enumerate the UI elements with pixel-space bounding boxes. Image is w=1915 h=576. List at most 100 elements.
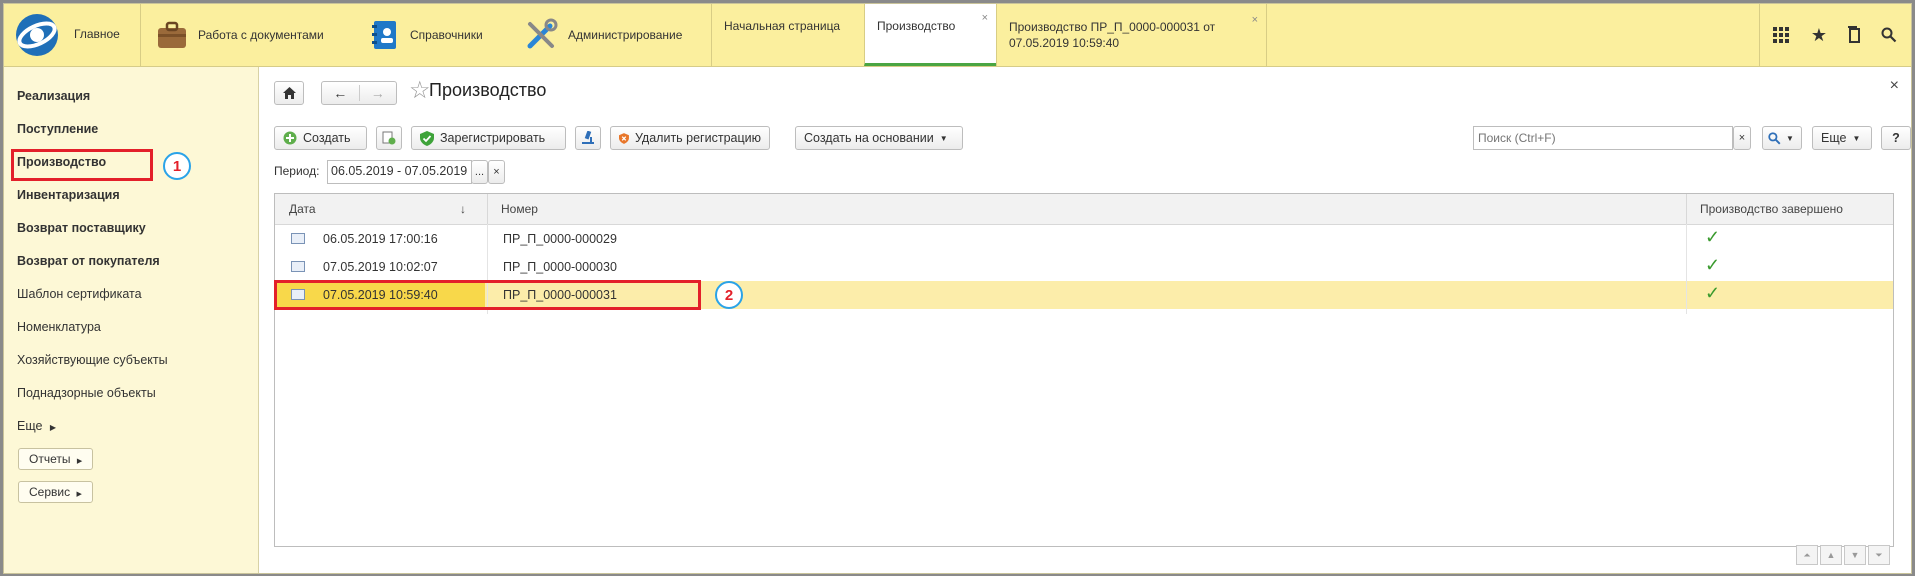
sidebar-item-return-from-customer[interactable]: Возврат от покупателя (17, 254, 160, 268)
sidebar-item-return-to-supplier[interactable]: Возврат поставщику (17, 221, 146, 235)
briefcase-icon (158, 21, 186, 48)
section-documents[interactable]: Работа с документами (156, 4, 324, 66)
more-button[interactable]: Еще ▼ (1812, 126, 1872, 150)
search-options-button[interactable]: ▼ (1762, 126, 1802, 150)
sidebar-item-more[interactable]: Еще ▶ (17, 419, 56, 433)
apps-grid-icon[interactable] (1768, 22, 1794, 48)
scroll-down-icon[interactable]: ▼ (1844, 545, 1866, 565)
main-section-link[interactable]: Главное (74, 27, 120, 41)
tab-home-page[interactable]: Начальная страница (711, 4, 864, 66)
search-clear-button[interactable]: × (1733, 126, 1751, 150)
sort-desc-icon: ↓ (460, 202, 466, 216)
close-tab-icon[interactable]: × (982, 12, 988, 24)
delete-registration-button-label: Удалить регистрацию (634, 131, 761, 145)
home-icon (282, 87, 296, 99)
create-based-on-button[interactable]: Создать на основании ▼ (795, 126, 963, 150)
period-input[interactable]: 06.05.2019 - 07.05.2019 (327, 160, 472, 184)
tab-home-page-label: Начальная страница (724, 19, 841, 33)
plus-circle-icon (283, 131, 297, 145)
favorites-star-icon[interactable]: ★ (1806, 22, 1832, 48)
sidebar-item-receipt[interactable]: Поступление (17, 122, 98, 136)
clear-icon: × (493, 166, 500, 178)
table-scroll-buttons: ⏶ ▲ ▼ ⏷ (1796, 545, 1890, 565)
annotation-highlight-2 (274, 280, 701, 310)
section-references-label: Справочники (410, 28, 483, 42)
sidebar-item-sales[interactable]: Реализация (17, 89, 90, 103)
service-button-label: Сервис (29, 485, 71, 499)
sidebar-item-nomenclature[interactable]: Номенклатура (17, 320, 101, 334)
column-header-number[interactable]: Номер (487, 194, 1487, 224)
tab-production-document-label: Производство ПР_П_0000-000031 от 07.05.2… (1009, 20, 1216, 50)
caret-right-icon: ▶ (76, 458, 83, 465)
column-header-date[interactable]: Дата ↓ (275, 194, 487, 224)
annotation-marker-2: 2 (715, 281, 743, 309)
scroll-top-icon[interactable]: ⏶ (1796, 545, 1818, 565)
documents-table: Дата ↓ Номер Производство завершено 06.0… (274, 193, 1894, 547)
home-button[interactable] (274, 81, 304, 105)
cell-number: ПР_П_0000-000030 (503, 260, 617, 274)
favorite-star-icon[interactable]: ☆ (409, 76, 431, 105)
sidebar-item-inventory[interactable]: Инвентаризация (17, 188, 120, 202)
search-input[interactable] (1473, 126, 1733, 150)
table-row[interactable]: 07.05.2019 10:02:07 ПР_П_0000-000030 ✓ (275, 253, 1893, 281)
checkmark-icon: ✓ (1705, 283, 1721, 303)
column-header-production-done[interactable]: Производство завершено (1686, 194, 1894, 224)
sidebar-item-more-label: Еще (17, 419, 43, 433)
main-content: ← → ☆ Производство × Создать Зарегистрир… (259, 67, 1911, 573)
tab-production-document[interactable]: Производство ПР_П_0000-000031 от 07.05.2… (996, 4, 1266, 66)
back-arrow-icon[interactable]: ← (322, 85, 360, 101)
section-administration[interactable]: Администрирование (524, 4, 682, 66)
scroll-up-icon[interactable]: ▲ (1820, 545, 1842, 565)
create-based-on-label: Создать на основании (804, 131, 934, 145)
close-tab-icon[interactable]: × (1252, 12, 1258, 28)
search-icon[interactable] (1876, 22, 1902, 48)
register-button[interactable]: Зарегистрировать (411, 126, 566, 150)
top-bar: Главное Работа с документами Справочники (4, 4, 1911, 67)
caret-right-icon: ▶ (49, 423, 57, 432)
shield-x-icon (619, 132, 629, 144)
table-header: Дата ↓ Номер Производство завершено (275, 194, 1893, 225)
period-label: Период: (274, 164, 320, 178)
sidebar-item-certificate-template[interactable]: Шаблон сертификата (17, 287, 142, 301)
tab-production-list[interactable]: Производство × (864, 4, 996, 66)
app-window: Главное Работа с документами Справочники (3, 3, 1912, 574)
cell-date: 07.05.2019 10:02:07 (323, 260, 438, 274)
period-clear-button[interactable]: × (488, 160, 505, 184)
dropdown-caret-icon: ▼ (1786, 133, 1794, 143)
annotation-highlight-1 (11, 149, 153, 181)
page-title: Производство (429, 80, 547, 100)
nav-back-forward: ← → (321, 81, 397, 105)
scroll-bottom-icon[interactable]: ⏷ (1868, 545, 1890, 565)
service-button[interactable]: Сервис ▶ (18, 481, 93, 503)
ellipsis-icon: ... (474, 166, 485, 178)
caret-right-icon: ▶ (76, 491, 82, 498)
document-posted-icon (291, 261, 305, 272)
shield-check-icon (420, 130, 434, 146)
address-book-icon (372, 21, 396, 49)
sidebar-item-supervised-objects[interactable]: Поднадзорные объекты (17, 386, 156, 400)
copy-button[interactable] (376, 126, 402, 150)
document-icon (291, 233, 305, 244)
close-form-icon[interactable]: × (1890, 77, 1899, 95)
tools-icon (527, 18, 558, 49)
section-documents-label: Работа с документами (198, 28, 324, 42)
create-button[interactable]: Создать (274, 126, 367, 150)
annotation-marker-1: 1 (163, 152, 191, 180)
help-button-label: ? (1892, 131, 1900, 145)
create-button-label: Создать (303, 131, 351, 145)
tab-production-list-label: Производство (877, 19, 956, 33)
table-row[interactable]: 06.05.2019 17:00:16 ПР_П_0000-000029 ✓ (275, 225, 1893, 253)
forward-arrow-icon[interactable]: → (360, 85, 397, 101)
help-button[interactable]: ? (1881, 126, 1911, 150)
sidebar-item-business-entities[interactable]: Хозяйствующие субъекты (17, 353, 168, 367)
period-select-button[interactable]: ... (471, 160, 488, 184)
history-icon[interactable] (1842, 22, 1868, 48)
section-references[interactable]: Справочники (370, 4, 483, 66)
delete-registration-button[interactable]: Удалить регистрацию (610, 126, 770, 150)
search-icon (1768, 131, 1781, 144)
reports-button[interactable]: Отчеты ▶ (18, 448, 94, 470)
more-button-label: Еще (1821, 131, 1847, 145)
app-logo-icon[interactable] (14, 12, 60, 58)
analyze-button[interactable] (575, 126, 601, 150)
clear-icon: × (1738, 132, 1746, 144)
